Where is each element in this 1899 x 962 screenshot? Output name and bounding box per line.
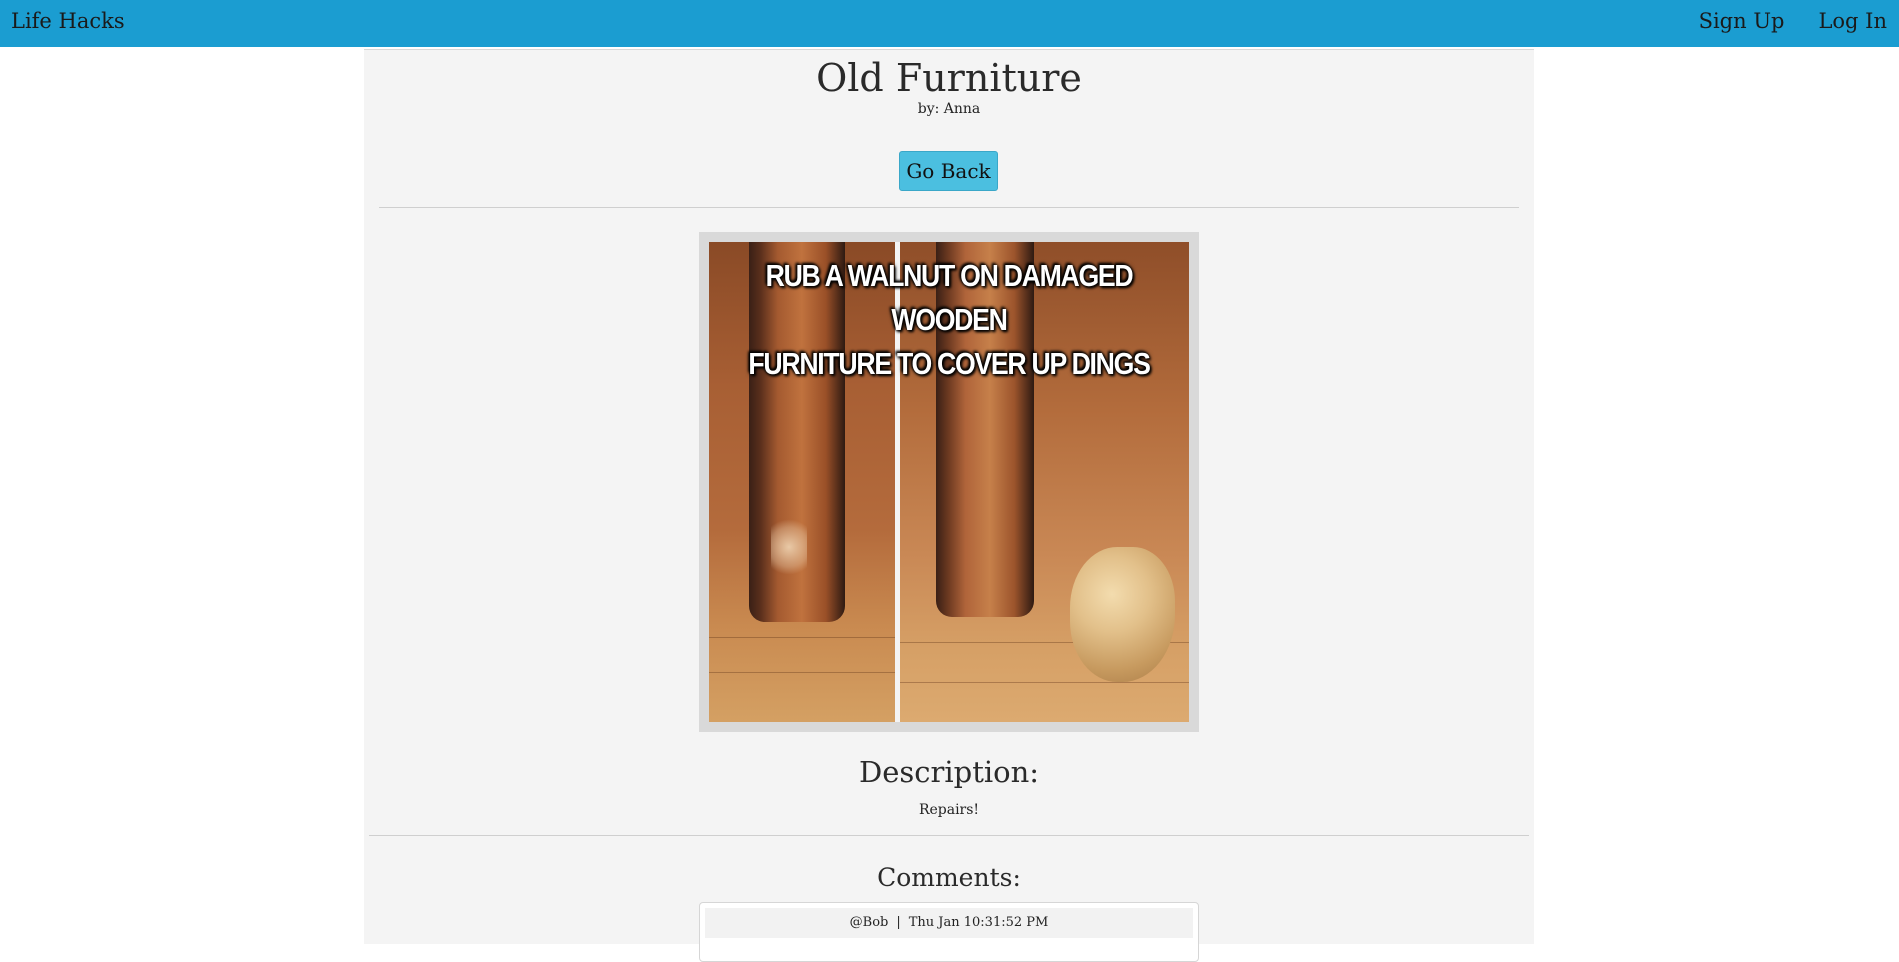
log-in-link[interactable]: Log In xyxy=(1818,9,1887,33)
floor-line xyxy=(709,637,895,638)
sign-up-link[interactable]: Sign Up xyxy=(1699,9,1785,33)
nav-links: Sign Up Log In xyxy=(1699,9,1887,33)
post-author: by: Anna xyxy=(917,101,981,117)
go-back-button[interactable]: Go Back xyxy=(899,151,998,191)
comment-header: @Bob | Thu Jan 10:31:52 PM xyxy=(705,908,1193,938)
post-container: Old Furniture by: Anna Go Back RUB A WAL… xyxy=(364,49,1534,962)
post-image-frame: RUB A WALNUT ON DAMAGED WOODEN FURNITURE… xyxy=(699,232,1199,732)
divider xyxy=(369,835,1529,836)
image-caption: RUB A WALNUT ON DAMAGED WOODEN FURNITURE… xyxy=(743,254,1156,386)
post-image: RUB A WALNUT ON DAMAGED WOODEN FURNITURE… xyxy=(709,242,1189,722)
floor-line xyxy=(900,682,1189,683)
comments-heading: Comments: xyxy=(877,863,1021,892)
description-text: Repairs! xyxy=(918,802,980,818)
image-caption-line2: FURNITURE TO COVER UP DINGS xyxy=(748,346,1150,381)
description-heading: Description: xyxy=(858,755,1040,789)
scratch-mark xyxy=(771,512,807,582)
comment-author[interactable]: @Bob xyxy=(850,915,889,930)
comment-card: @Bob | Thu Jan 10:31:52 PM xyxy=(699,902,1199,962)
divider xyxy=(379,207,1519,208)
floor-line xyxy=(709,672,895,673)
brand-link[interactable]: Life Hacks xyxy=(11,9,125,33)
comment-timestamp: Thu Jan 10:31:52 PM xyxy=(908,915,1049,930)
image-caption-line1: RUB A WALNUT ON DAMAGED WOODEN xyxy=(765,258,1134,337)
top-navbar: Life Hacks Sign Up Log In xyxy=(0,0,1899,47)
comment-separator: | xyxy=(896,915,901,930)
walnut xyxy=(1070,547,1175,682)
post-title: Old Furniture xyxy=(816,56,1082,100)
